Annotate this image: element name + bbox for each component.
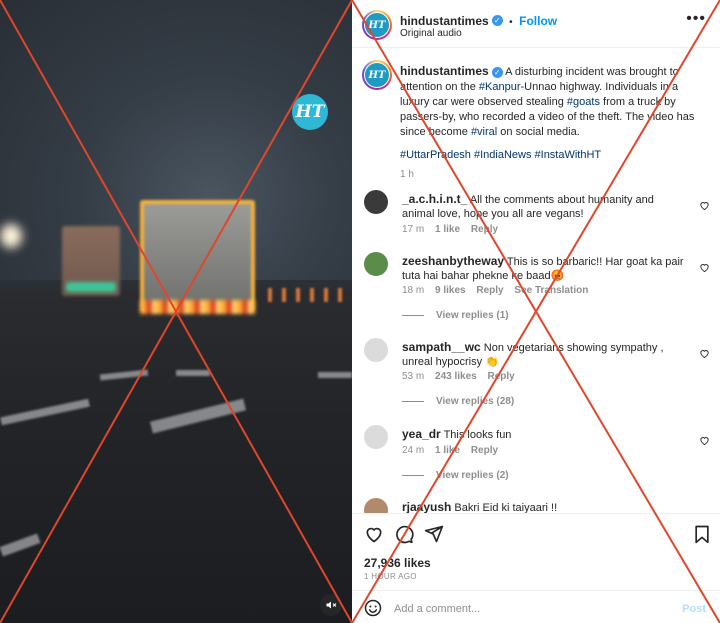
video-road [0, 290, 352, 623]
comment-meta: 18 m 9 likes Reply See Translation [402, 285, 588, 296]
view-replies-button[interactable]: View replies (28) [402, 396, 514, 407]
comment-like-heart-icon[interactable] [699, 348, 710, 359]
separator-dot: • [509, 17, 513, 28]
comment-username[interactable]: zeeshanbytheway [402, 254, 504, 268]
commenter-avatar[interactable] [364, 498, 388, 513]
caption-hashtag-link[interactable]: #viral [471, 126, 497, 138]
comment-meta: 24 m 1 like Reply [402, 445, 498, 456]
verified-badge-icon: ✓ [491, 66, 503, 78]
caption-text-segment: on social media. [497, 126, 580, 138]
comment-text-block: sampath__wc Non vegetarians showing symp… [402, 340, 684, 369]
view-replies-button[interactable]: View replies (1) [402, 310, 509, 321]
comment-username[interactable]: _a.c.h.i.n.t_ [402, 192, 467, 206]
comment-likes[interactable]: 1 like [435, 224, 460, 235]
comment-reply-button[interactable]: Reply [471, 224, 498, 235]
comment-bubble-icon[interactable] [394, 524, 414, 544]
post-actions: 27,936 likes 1 HOUR AGO Add a comment...… [352, 513, 720, 623]
audio-label[interactable]: Original audio [400, 28, 462, 39]
post-timestamp: 1 HOUR AGO [364, 572, 417, 581]
comment-text-block: rjaayush Bakri Eid ki taiyaari !! [402, 500, 684, 513]
share-send-icon[interactable] [424, 524, 444, 544]
far-truck [62, 226, 120, 296]
commenter-avatar[interactable] [364, 252, 388, 276]
lane-marking [318, 372, 352, 378]
comment-username[interactable]: yea_dr [402, 427, 441, 441]
post-caption: hindustantimes ✓ A disturbing incident wa… [400, 64, 702, 182]
likes-count[interactable]: 27,936 likes [364, 556, 431, 570]
account-username[interactable]: hindustantimes [400, 14, 489, 28]
comment-item: yea_dr This looks fun 24 m 1 like Reply … [364, 425, 712, 485]
comment-like-heart-icon[interactable] [699, 200, 710, 211]
comment-item: zeeshanbytheway This is so barbaric!! Ha… [364, 252, 712, 324]
comment-item: rjaayush Bakri Eid ki taiyaari !! [364, 498, 712, 513]
comment-like-heart-icon[interactable] [699, 435, 710, 446]
comment-time: 53 m [402, 371, 425, 382]
comment-reply-button[interactable]: Reply [476, 285, 503, 296]
comment-item: sampath__wc Non vegetarians showing symp… [364, 338, 712, 410]
save-bookmark-icon[interactable] [692, 524, 712, 544]
emoji-smiley-icon[interactable] [364, 599, 382, 617]
comment-like-heart-icon[interactable] [699, 262, 710, 273]
comment-likes[interactable]: 9 likes [435, 285, 466, 296]
caption-avatar[interactable]: HT [362, 60, 392, 90]
comment-text: Bakri Eid ki taiyaari !! [454, 502, 558, 513]
comment-likes[interactable]: 243 likes [435, 371, 477, 382]
caption-time: 1 h [400, 169, 414, 180]
comment-time: 17 m [402, 224, 425, 235]
near-truck [140, 200, 255, 314]
commenter-avatar[interactable] [364, 338, 388, 362]
post-header: HT hindustantimes ✓ • Follow Original aud… [352, 0, 720, 48]
comment-time: 18 m [402, 285, 425, 296]
comment-time: 24 m [402, 445, 425, 456]
post-panel: HT hindustantimes ✓ • Follow Original aud… [352, 0, 720, 623]
comment-likes[interactable]: 1 like [435, 445, 460, 456]
caption-hashtag-link[interactable]: #goats [567, 96, 600, 108]
comment-meta: 53 m 243 likes Reply [402, 371, 515, 382]
commenter-avatar[interactable] [364, 190, 388, 214]
headlight-glow [0, 224, 22, 248]
follow-button[interactable]: Follow [519, 14, 557, 28]
comment-text-block: zeeshanbytheway This is so barbaric!! Ha… [402, 254, 684, 283]
lane-marking [176, 370, 210, 376]
comment-username[interactable]: rjaayush [402, 500, 451, 513]
add-comment-bar: Add a comment... Post [352, 590, 720, 623]
like-heart-icon[interactable] [364, 524, 384, 544]
caption-username[interactable]: hindustantimes [400, 64, 489, 78]
verified-badge-icon: ✓ [491, 15, 503, 27]
more-options-icon[interactable]: ••• [686, 10, 706, 28]
see-translation-button[interactable]: See Translation [514, 285, 588, 296]
caption-hashtag-link[interactable]: #Kanpur [479, 81, 521, 93]
mute-button[interactable] [320, 594, 342, 616]
comment-reply-button[interactable]: Reply [488, 371, 515, 382]
account-avatar[interactable]: HT [362, 10, 392, 40]
video-player[interactable]: HT [0, 0, 352, 623]
comment-text-block: _a.c.h.i.n.t_ All the comments about hum… [402, 192, 684, 221]
commenter-avatar[interactable] [364, 425, 388, 449]
comment-reply-button[interactable]: Reply [471, 445, 498, 456]
ht-watermark-logo: HT [292, 94, 328, 130]
caption-hashtags[interactable]: #UttarPradesh #IndiaNews #InstaWithHT [400, 148, 702, 163]
comment-meta: 17 m 1 like Reply [402, 224, 498, 235]
roadside-lights [268, 288, 352, 302]
comment-username[interactable]: sampath__wc [402, 340, 481, 354]
comment-input[interactable]: Add a comment... [394, 603, 480, 615]
comment-text: This looks fun [443, 429, 512, 441]
view-replies-button[interactable]: View replies (2) [402, 470, 509, 481]
speaker-muted-icon [326, 601, 337, 609]
post-comment-button[interactable]: Post [682, 603, 706, 615]
comment-item: _a.c.h.i.n.t_ All the comments about hum… [364, 190, 712, 240]
comment-text-block: yea_dr This looks fun [402, 427, 684, 442]
